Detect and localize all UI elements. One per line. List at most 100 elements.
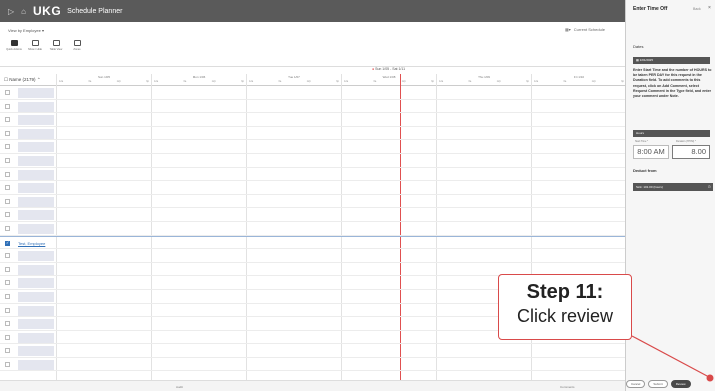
hour-ticks: 12a 6a 12p 6p xyxy=(249,80,339,83)
day-label: Wed 1/08 xyxy=(382,75,396,79)
show-hide-button[interactable]: Show / Hide xyxy=(28,40,42,51)
hour-tick: 6p xyxy=(526,80,529,83)
hour-tick: 12p xyxy=(116,80,121,83)
instructions-text: Enter Start Time and the number of HOURS… xyxy=(633,68,712,99)
table-icon xyxy=(52,40,60,46)
row-checkbox[interactable] xyxy=(5,157,10,163)
start-time-input[interactable]: 8:00 AM xyxy=(633,145,669,159)
deduct-from-select[interactable]: Sick: 101.00 (hours) ⊙ xyxy=(633,183,713,191)
calendar-icon: ▦▾ xyxy=(565,27,571,32)
employee-name-redacted xyxy=(18,196,54,207)
row-checkbox[interactable] xyxy=(5,321,10,327)
zones-button[interactable]: Zones xyxy=(71,40,83,51)
name-column-header[interactable]: ☐ Name (2179) ⌃ xyxy=(4,77,41,83)
employee-name-redacted xyxy=(18,346,54,357)
row-checkbox[interactable] xyxy=(5,253,10,259)
deduct-from-label: Deduct from xyxy=(633,168,657,173)
table-view-label: Table View xyxy=(49,48,63,51)
table-row[interactable] xyxy=(0,195,625,209)
employee-name-redacted xyxy=(18,278,54,289)
row-checkbox[interactable] xyxy=(5,185,10,191)
duration-input[interactable]: 8.00 xyxy=(672,145,710,159)
row-checkbox[interactable] xyxy=(5,280,10,286)
day-header: Fri 1/10 12a 6a 12p 6p xyxy=(531,74,626,86)
view-by-dropdown[interactable]: View by Employee ▾ xyxy=(8,28,44,33)
hours-section-header: Hours xyxy=(633,130,710,137)
table-row[interactable] xyxy=(0,140,625,154)
schedule-selector[interactable]: ▦▾ Current Schedule xyxy=(565,27,605,32)
table-row[interactable] xyxy=(0,154,625,168)
table-row[interactable] xyxy=(0,100,625,114)
table-row[interactable] xyxy=(0,113,625,127)
row-checkbox[interactable] xyxy=(5,103,10,109)
day-header: Sun 1/05 12a 6a 12p 6p xyxy=(56,74,151,86)
quick-actions-button[interactable]: Quick Actions xyxy=(6,40,22,51)
row-checkbox[interactable] xyxy=(5,198,10,204)
table-row[interactable] xyxy=(0,344,625,358)
schedule-label: Current Schedule xyxy=(573,27,605,32)
table-row[interactable] xyxy=(0,86,625,100)
day-header: Mon 1/06 12a 6a 12p 6p xyxy=(151,74,246,86)
hour-ticks: 12a 6a 12p 6p xyxy=(344,80,434,83)
duration-label: Duration (HH:M) * xyxy=(676,140,696,143)
row-checkbox[interactable] xyxy=(5,334,10,340)
grid-footer: Audit Comments xyxy=(0,380,625,391)
table-row[interactable] xyxy=(0,181,625,195)
hour-tick: 6a xyxy=(88,80,92,83)
employee-name-redacted xyxy=(18,332,54,343)
row-checkbox[interactable] xyxy=(5,144,10,150)
hour-tick: 6p xyxy=(336,80,339,83)
cancel-button[interactable]: Cancel xyxy=(626,380,646,388)
toolbar: Quick Actions Show / Hide Table View Zon… xyxy=(6,40,83,51)
row-checkbox[interactable] xyxy=(5,90,10,95)
table-view-button[interactable]: Table View xyxy=(50,40,62,51)
employee-name-redacted xyxy=(18,210,54,221)
row-checkbox[interactable] xyxy=(5,225,10,231)
app-title: Schedule Planner xyxy=(67,7,123,15)
chevron-down-icon: ⊙ xyxy=(707,184,711,189)
panel-buttons: Cancel Submit Review xyxy=(626,380,691,388)
row-checkbox[interactable] xyxy=(5,307,10,313)
time-off-panel: Enter Time Off Back × Dates ▦ 1/01/2025 … xyxy=(625,0,715,391)
day-label: Thu 1/09 xyxy=(478,75,490,79)
row-checkbox[interactable] xyxy=(5,130,10,136)
hour-tick: 6a xyxy=(373,80,377,83)
play-icon[interactable]: ▷ xyxy=(8,7,14,16)
table-row[interactable] xyxy=(0,222,625,236)
table-row[interactable] xyxy=(0,249,625,263)
row-checkbox[interactable] xyxy=(5,266,10,272)
close-icon[interactable]: × xyxy=(708,5,711,11)
row-checkbox[interactable] xyxy=(5,212,10,218)
table-row[interactable] xyxy=(0,208,625,222)
back-link[interactable]: Back xyxy=(693,7,701,11)
row-checkbox[interactable] xyxy=(5,348,10,354)
row-checkbox[interactable] xyxy=(5,361,10,367)
table-row[interactable]: Test, Employee xyxy=(0,235,625,250)
comments-label[interactable]: Comments xyxy=(560,385,575,389)
employee-name-redacted xyxy=(18,128,54,139)
row-checkbox[interactable] xyxy=(5,117,10,123)
day-header: Thu 1/09 12a 6a 12p 6p xyxy=(436,74,531,86)
date-selector[interactable]: ▦ 1/01/2025 xyxy=(633,57,710,64)
review-button[interactable]: Review xyxy=(670,380,691,388)
dates-label: Dates xyxy=(633,44,644,49)
row-checkbox[interactable] xyxy=(5,293,10,299)
home-icon[interactable]: ⌂ xyxy=(21,7,26,16)
employee-name-redacted xyxy=(18,223,54,234)
table-row[interactable] xyxy=(0,358,625,372)
table-row[interactable] xyxy=(0,168,625,182)
day-label: Sun 1/05 xyxy=(97,75,110,79)
ukg-logo: UKG xyxy=(33,4,62,18)
employee-name-redacted xyxy=(18,115,54,126)
hour-tick: 12a xyxy=(439,80,444,83)
row-checkbox[interactable] xyxy=(5,171,10,177)
submit-button[interactable]: Submit xyxy=(648,380,668,388)
day-header: Wed 1/08 12a 6a 12p 6p xyxy=(341,74,436,86)
day-label: Mon 1/06 xyxy=(192,75,206,79)
row-checkbox[interactable] xyxy=(5,240,10,246)
hour-tick: 6a xyxy=(278,80,282,83)
audit-label[interactable]: Audit xyxy=(176,385,183,389)
employee-name-redacted xyxy=(18,251,54,262)
table-row[interactable] xyxy=(0,127,625,141)
week-label: ● Sun 1/05 - Sat 1/11 xyxy=(372,67,406,71)
